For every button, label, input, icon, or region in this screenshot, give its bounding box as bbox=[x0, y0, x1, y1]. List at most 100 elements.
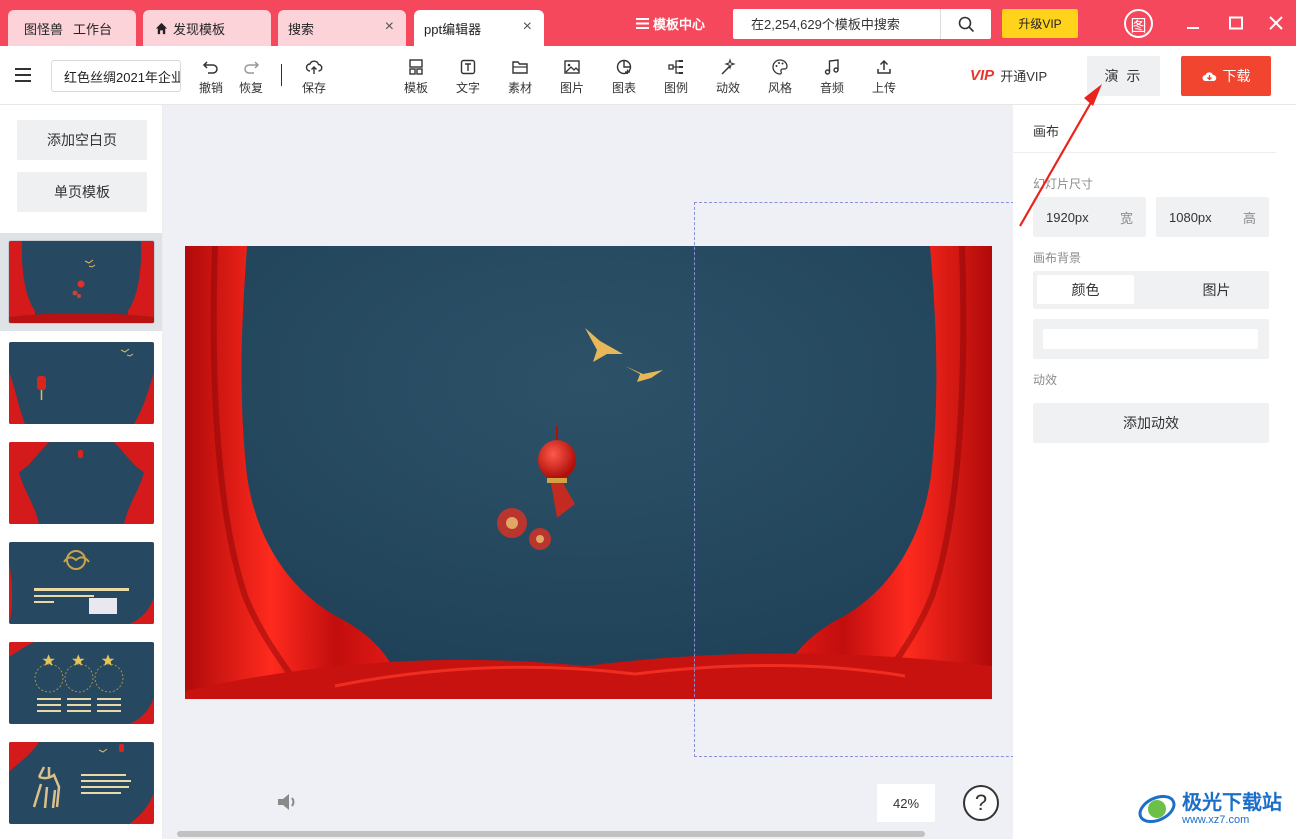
tab-discover-templates[interactable]: 发现模板 bbox=[143, 10, 271, 46]
home-icon bbox=[155, 22, 168, 35]
tool-legend[interactable]: 图例 bbox=[656, 58, 696, 96]
undo-button[interactable]: 撤销 bbox=[191, 58, 231, 96]
speaker-icon[interactable] bbox=[275, 791, 299, 816]
redo-icon bbox=[244, 61, 260, 74]
close-icon[interactable]: × bbox=[523, 19, 532, 35]
flower-1 bbox=[497, 508, 527, 538]
present-button[interactable]: 演 示 bbox=[1087, 56, 1160, 96]
tool-template[interactable]: 模板 bbox=[396, 58, 436, 96]
watermark-logo-icon bbox=[1138, 794, 1176, 824]
bg-option-image[interactable]: 图片 bbox=[1168, 275, 1265, 304]
slide-size-label: 幻灯片尺寸 bbox=[1033, 177, 1094, 191]
add-blank-page-button[interactable]: 添加空白页 bbox=[17, 120, 147, 160]
minimize-icon[interactable] bbox=[1182, 12, 1204, 34]
bg-option-color[interactable]: 颜色 bbox=[1037, 275, 1134, 304]
tab-discover-label: 发现模板 bbox=[173, 21, 226, 37]
title-tab-bar: 图怪兽 工作台 发现模板 搜索 × ppt编辑器 × 模板中心 升级VIP 图 bbox=[0, 0, 1296, 46]
tab-workbench-logo: 图怪兽 bbox=[24, 21, 64, 37]
horizontal-scrollbar[interactable] bbox=[177, 831, 925, 837]
slide-width-unit: 宽 bbox=[1119, 210, 1133, 226]
tab-ppt-editor[interactable]: ppt编辑器 × bbox=[414, 10, 544, 46]
slide-thumbnail-2[interactable] bbox=[9, 342, 154, 424]
download-label: 下载 bbox=[1222, 68, 1251, 84]
bg-color-picker[interactable] bbox=[1033, 319, 1269, 359]
text-icon bbox=[460, 59, 476, 75]
tool-material[interactable]: 素材 bbox=[500, 58, 540, 96]
help-icon[interactable]: ? bbox=[963, 785, 999, 821]
undo-label: 撤销 bbox=[198, 81, 223, 95]
close-icon[interactable]: × bbox=[385, 19, 394, 35]
slide-thumbnail-3[interactable] bbox=[9, 442, 154, 524]
template-icon bbox=[409, 59, 423, 75]
editor-toolbar: 红色丝绸2021年企业年会 撤销 恢复 保存 模板 文字 素材 图片 图表 图例… bbox=[0, 46, 1296, 105]
redo-button[interactable]: 恢复 bbox=[231, 58, 271, 96]
tool-template-label: 模板 bbox=[403, 81, 428, 95]
single-page-template-button[interactable]: 单页模板 bbox=[17, 172, 147, 212]
site-watermark: 极光下载站 www.xz7.com bbox=[1136, 786, 1292, 832]
upgrade-vip-button[interactable]: 升级VIP bbox=[1002, 9, 1078, 38]
tool-audio-label: 音频 bbox=[819, 81, 844, 95]
zoom-level[interactable]: 42% bbox=[877, 784, 935, 822]
tool-upload-label: 上传 bbox=[871, 81, 896, 95]
cloud-save-icon bbox=[305, 60, 323, 74]
bg-color-swatch bbox=[1043, 329, 1258, 349]
tool-chart[interactable]: 图表 bbox=[604, 58, 644, 96]
tab-ppt-editor-label: ppt编辑器 bbox=[424, 21, 482, 37]
slide-thumbnail-4[interactable] bbox=[9, 542, 154, 624]
template-search-box bbox=[733, 9, 991, 39]
slide-height-field[interactable]: 1080px 高 bbox=[1156, 197, 1269, 237]
slide-thumbnail-6[interactable] bbox=[9, 742, 154, 824]
add-animation-button[interactable]: 添加动效 bbox=[1033, 403, 1269, 443]
tab-workbench-label: 工作台 bbox=[73, 21, 113, 37]
palette-icon bbox=[772, 59, 788, 75]
vip-logo: VIP bbox=[970, 67, 995, 84]
canvas-bg-toggle: 颜色 图片 bbox=[1033, 271, 1269, 309]
slide-width-value: 1920px bbox=[1046, 209, 1089, 225]
document-title-field[interactable]: 红色丝绸2021年企业年会 bbox=[51, 60, 181, 92]
close-window-icon[interactable] bbox=[1265, 12, 1287, 34]
save-button[interactable]: 保存 bbox=[294, 58, 334, 96]
save-label: 保存 bbox=[301, 81, 326, 95]
tab-workbench[interactable]: 图怪兽 工作台 bbox=[8, 10, 136, 46]
slide-width-field[interactable]: 1920px 宽 bbox=[1033, 197, 1146, 237]
slide-thumbnail-1[interactable] bbox=[9, 241, 154, 323]
tool-animation[interactable]: 动效 bbox=[708, 58, 748, 96]
flower-2 bbox=[529, 528, 551, 550]
user-avatar[interactable]: 图 bbox=[1124, 9, 1153, 38]
open-vip-label: 开通VIP bbox=[1000, 69, 1048, 84]
cloud-download-icon bbox=[1202, 70, 1217, 83]
hamburger-menu-icon[interactable] bbox=[15, 68, 31, 85]
template-search-input[interactable] bbox=[733, 10, 940, 38]
menu-icon bbox=[636, 18, 649, 29]
template-center-label: 模板中心 bbox=[653, 17, 706, 32]
tool-text[interactable]: 文字 bbox=[448, 58, 488, 96]
download-button[interactable]: 下载 bbox=[1181, 56, 1271, 96]
panel-title: 画布 bbox=[1033, 124, 1060, 139]
maximize-icon[interactable] bbox=[1225, 12, 1247, 34]
music-icon bbox=[824, 59, 839, 75]
tool-image[interactable]: 图片 bbox=[552, 58, 592, 96]
redo-label: 恢复 bbox=[238, 81, 263, 95]
properties-panel: 画布 幻灯片尺寸 1920px 宽 1080px 高 画布背景 颜色 图片 动效… bbox=[1013, 105, 1296, 839]
selection-dashed-frame bbox=[694, 202, 1013, 757]
tool-style[interactable]: 风格 bbox=[760, 58, 800, 96]
image-icon bbox=[564, 60, 580, 74]
search-icon[interactable] bbox=[941, 9, 991, 39]
lantern bbox=[538, 440, 576, 480]
slide-thumbnail-5[interactable] bbox=[9, 642, 154, 724]
tool-style-label: 风格 bbox=[767, 81, 792, 95]
template-center-button[interactable]: 模板中心 bbox=[636, 14, 705, 33]
canvas-workspace[interactable]: 42% ? bbox=[163, 105, 1013, 839]
panel-divider bbox=[1013, 152, 1276, 153]
tool-legend-label: 图例 bbox=[663, 81, 688, 95]
open-vip-link[interactable]: VIP 开通VIP bbox=[970, 66, 1047, 85]
slide-height-unit: 高 bbox=[1242, 210, 1256, 226]
tool-audio[interactable]: 音频 bbox=[812, 58, 852, 96]
upload-icon bbox=[877, 59, 891, 74]
chart-icon bbox=[616, 59, 632, 75]
tool-upload[interactable]: 上传 bbox=[864, 58, 904, 96]
watermark-title: 极光下载站 bbox=[1182, 792, 1282, 814]
tool-chart-label: 图表 bbox=[611, 81, 636, 95]
tool-image-label: 图片 bbox=[559, 81, 584, 95]
tab-search[interactable]: 搜索 × bbox=[278, 10, 406, 46]
